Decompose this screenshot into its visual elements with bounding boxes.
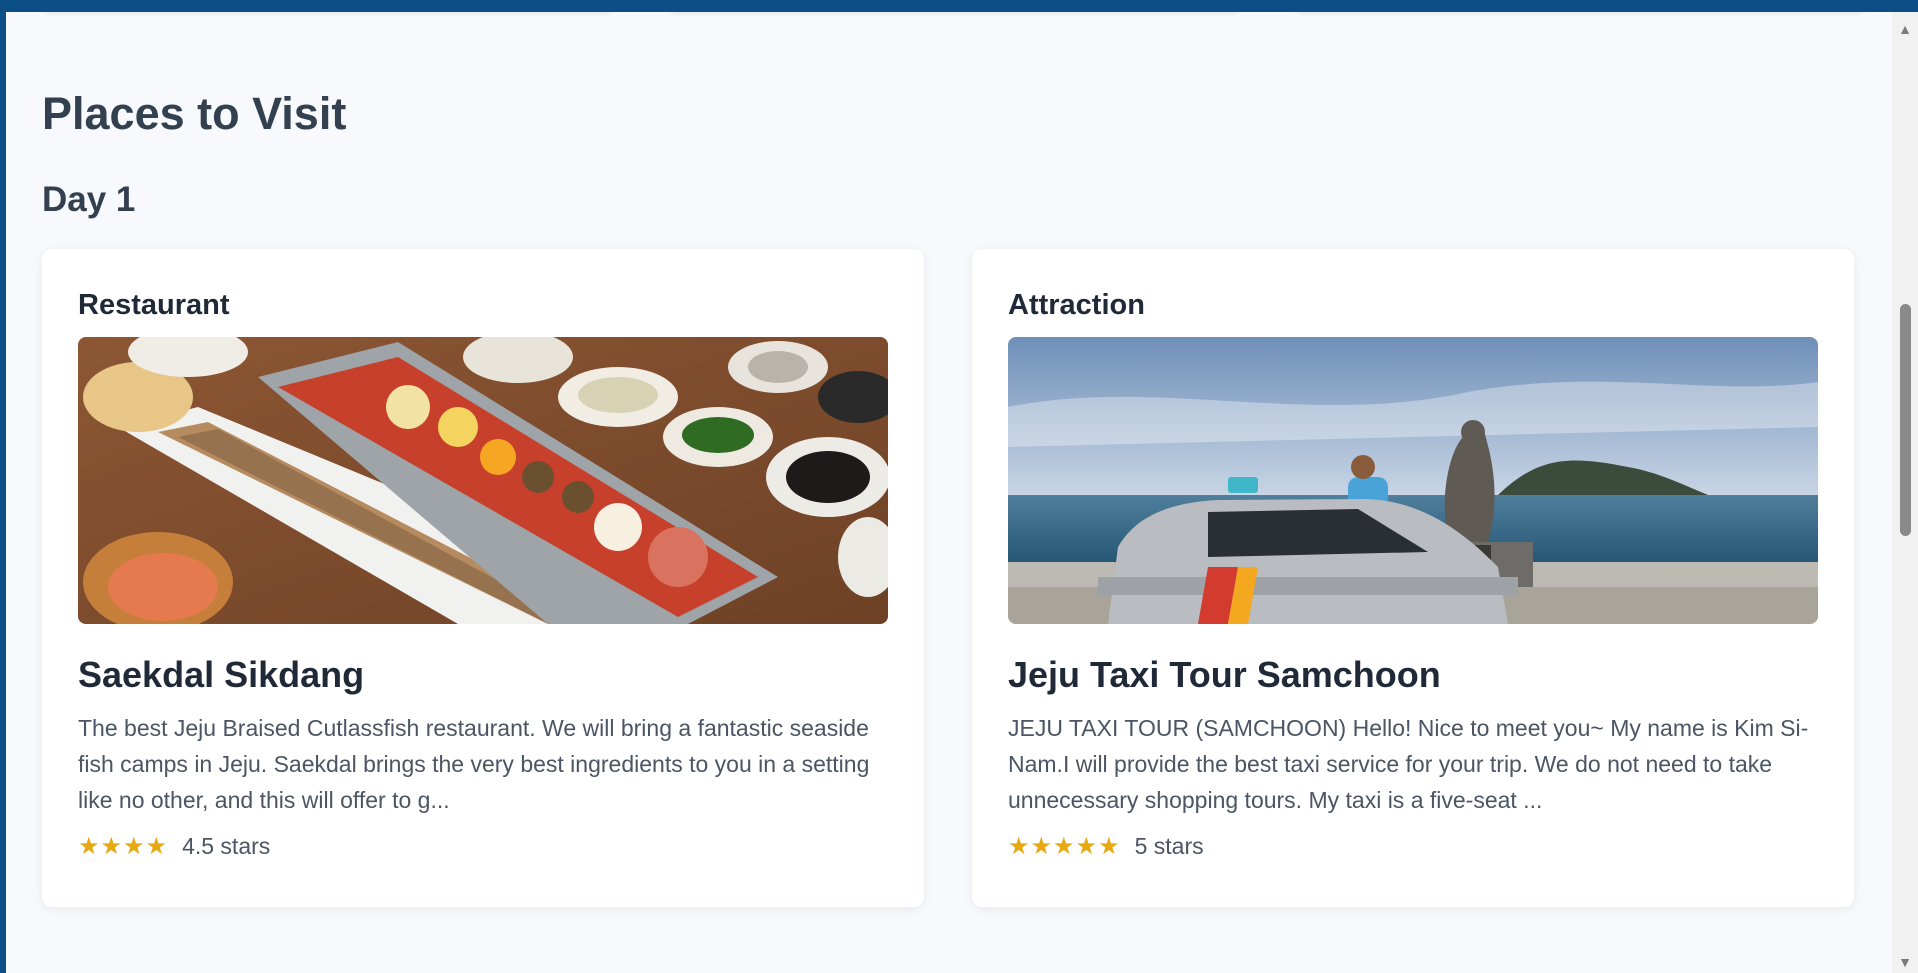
rating-text: 4.5 stars (182, 833, 271, 859)
food-spread-illustration (78, 337, 888, 624)
place-card-restaurant[interactable]: Restaurant Saekdal Sikdang The best Jeju… (42, 249, 924, 907)
scroll-down-arrow-icon[interactable]: ▼ (1892, 951, 1918, 973)
taxi-seaside-image[interactable] (1008, 337, 1818, 624)
day-title: Day 1 (42, 180, 136, 219)
section-title: Places to Visit (42, 88, 347, 139)
rating-text: 5 stars (1134, 833, 1204, 859)
food-spread-image[interactable] (78, 337, 888, 624)
card-title[interactable]: Saekdal Sikdang (78, 654, 888, 696)
place-card-attraction[interactable]: Attraction Jeju Taxi Tour Samchoon JEJU … (972, 249, 1854, 907)
card-category: Restaurant (78, 289, 230, 321)
star-rating-icon: ★★★★★ (1008, 833, 1121, 860)
vertical-scrollbar[interactable]: ▲ ▼ (1892, 12, 1918, 973)
card-description: The best Jeju Braised Cutlassfish restau… (78, 715, 870, 813)
taxi-seaside-illustration (1008, 337, 1818, 624)
card-category: Attraction (1008, 289, 1145, 321)
rating: ★★★★★ 5 stars (1008, 832, 1818, 861)
card-description: JEJU TAXI TOUR (SAMCHOON) Hello! Nice to… (1008, 715, 1809, 813)
card-title[interactable]: Jeju Taxi Tour Samchoon (1008, 654, 1818, 696)
star-rating-icon: ★★★★ (78, 833, 169, 860)
scroll-up-arrow-icon[interactable]: ▲ (1892, 18, 1918, 40)
scroll-thumb[interactable] (1900, 304, 1911, 536)
rating: ★★★★ 4.5 stars (78, 832, 888, 861)
page-viewport: Places to Visit Day 1 Restaurant Saekdal… (6, 12, 1892, 973)
